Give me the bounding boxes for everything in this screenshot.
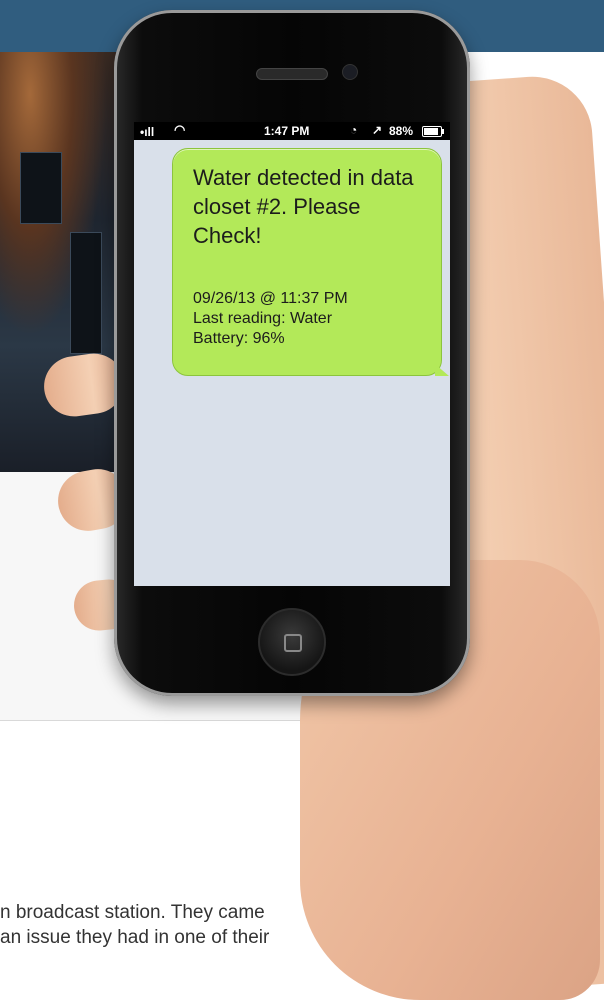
message-last-reading: Last reading: Water	[193, 310, 333, 327]
message-text: Water detected in data closet #2. Please…	[193, 165, 414, 248]
phone-screen: •ıll ◠ 1:47 PM ◔ ↗ 88% Water detected in…	[134, 122, 450, 586]
signal-icon: •ıll	[140, 125, 155, 139]
server-rack-image	[70, 232, 102, 354]
status-time: 1:47 PM	[264, 124, 310, 138]
status-bar: •ıll ◠ 1:47 PM ◔ ↗ 88%	[134, 122, 450, 140]
message-details: 09/26/13 @ 11:37 PM Last reading: Water …	[193, 289, 433, 349]
wifi-icon: ◠	[174, 122, 186, 137]
rotation-lock-icon: ◔	[350, 123, 358, 137]
phone-camera	[342, 64, 358, 80]
battery-percent: 88%	[389, 124, 414, 138]
sms-message-bubble[interactable]: Water detected in data closet #2. Please…	[172, 148, 449, 376]
article-line: n broadcast station. They came	[0, 902, 265, 923]
message-timestamp: 09/26/13 @ 11:37 PM	[193, 290, 348, 307]
message-battery: Battery: 96%	[193, 330, 285, 347]
home-button[interactable]	[258, 608, 326, 676]
phone-speaker	[256, 68, 328, 80]
location-icon: ↗	[372, 123, 383, 137]
article-body-text: n broadcast station. They came an issue …	[0, 900, 520, 950]
home-square-icon	[284, 634, 302, 652]
phone-device: •ıll ◠ 1:47 PM ◔ ↗ 88% Water detected in…	[114, 10, 470, 696]
article-line: an issue they had in one of their	[0, 927, 270, 948]
battery-icon	[422, 126, 444, 137]
server-rack-image	[20, 152, 62, 224]
